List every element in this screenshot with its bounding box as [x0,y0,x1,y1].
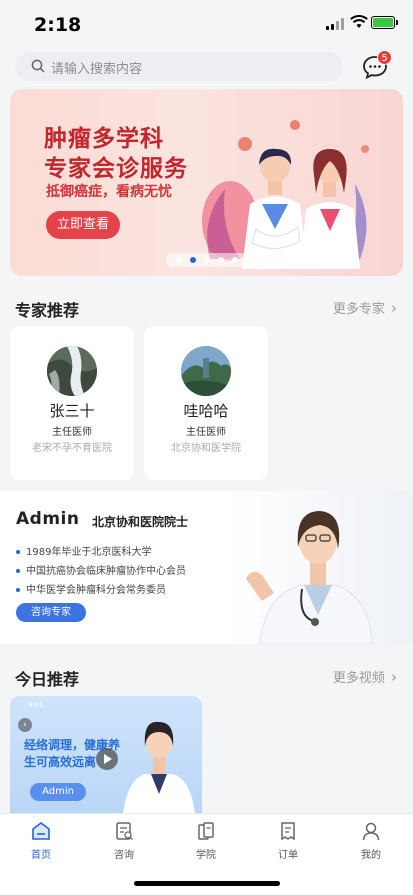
banner-subtitle: 抵御癌症，看病无忧 [46,184,172,200]
video-title-line2: 生可高效远离 [24,755,97,769]
tab-profile[interactable]: 我的 [341,820,401,864]
message-badge: 5 [377,50,392,65]
back-icon: ‹ [18,718,32,732]
more-experts-label: 更多专家 [332,302,385,317]
avatar [181,346,231,396]
video-doctor-image [123,721,195,814]
banner-view-button[interactable]: 立即查看 [46,211,120,239]
tab-label: 咨询 [114,850,134,861]
video-author-tag: Admin [30,783,86,801]
tab-label: 首页 [31,850,51,861]
more-videos-label: 更多视频 [332,671,385,686]
featured-bullet: 中华医学会肿瘤科分会常务委员 [16,581,166,596]
banner-pagination [166,253,250,267]
play-icon[interactable] [96,748,118,770]
chevron-right-icon: › [391,668,397,686]
banner-title-line1: 肿瘤多学科 [44,126,164,152]
tab-label: 我的 [361,850,381,861]
wifi-icon [350,15,368,28]
home-icon [32,822,50,840]
more-videos-link[interactable]: 更多视频 › [333,667,397,686]
battery-icon [371,16,398,29]
app-screen: 2:18 请输入搜索内容 5 肿瘤多学科 专家会诊服务 抵御癌症，看病无忧 立即… [0,0,413,895]
featured-bullet: 中国抗癌协会临床肿瘤协作中心会员 [16,562,186,577]
expert-name: 哇哈哈 [183,402,229,420]
consult-icon [116,822,133,840]
expert-hospital: 老宋不孕不育医院 [32,443,112,454]
featured-expert-card[interactable]: Admin 北京协和医院院士 1989年毕业于北京医科大学 中国抗癌协会临床肿瘤… [0,491,413,644]
expert-card[interactable]: 张三十 主任医师 老宋不孕不育医院 [10,326,134,480]
doctors-illustration [202,120,369,269]
search-placeholder: 请输入搜索内容 [51,62,143,77]
tab-consult[interactable]: 咨询 [94,820,154,864]
featured-expert-org: 北京协和医院院士 [92,515,189,529]
expert-name: 张三十 [49,402,95,420]
banner-title-line2: 专家会诊服务 [44,156,188,182]
experts-section-title: 专家推荐 [15,301,80,320]
chevron-right-icon: › [391,299,397,317]
tab-orders[interactable]: 订单 [258,820,318,864]
video-card[interactable]: 9:41 ‹ 经络调理，健康养 生可高效远离 Admin [10,696,202,814]
order-icon [281,822,295,841]
tab-academy[interactable]: 学院 [176,820,236,864]
consult-expert-button[interactable]: 咨询专家 [16,603,86,622]
more-experts-link[interactable]: 更多专家 › [333,298,397,317]
expert-title: 主任医师 [52,427,92,438]
profile-icon [362,822,380,841]
doctor-portrait [246,511,373,644]
status-bar: 2:18 [0,0,413,48]
signal-icon [326,18,344,30]
tab-label: 订单 [278,850,298,861]
search-icon [31,59,45,73]
video-status-time: 9:41 [28,701,44,709]
tab-label: 学院 [196,850,216,861]
featured-bullet: 1989年毕业于北京医科大学 [16,543,151,558]
today-section-title: 今日推荐 [15,670,80,689]
expert-hospital: 北京协和医学院 [171,443,241,454]
search-bar[interactable]: 请输入搜索内容 [15,52,343,81]
featured-expert-name: Admin [16,509,80,529]
avatar [47,346,97,396]
expert-title: 主任医师 [186,427,226,438]
promo-banner[interactable]: 肿瘤多学科 专家会诊服务 抵御癌症，看病无忧 立即查看 [10,89,403,276]
status-time: 2:18 [34,14,82,36]
tab-home[interactable]: 首页 [11,820,71,864]
academy-icon [198,822,214,840]
expert-card[interactable]: 哇哈哈 主任医师 北京协和医学院 [144,326,268,480]
home-indicator [134,881,280,886]
